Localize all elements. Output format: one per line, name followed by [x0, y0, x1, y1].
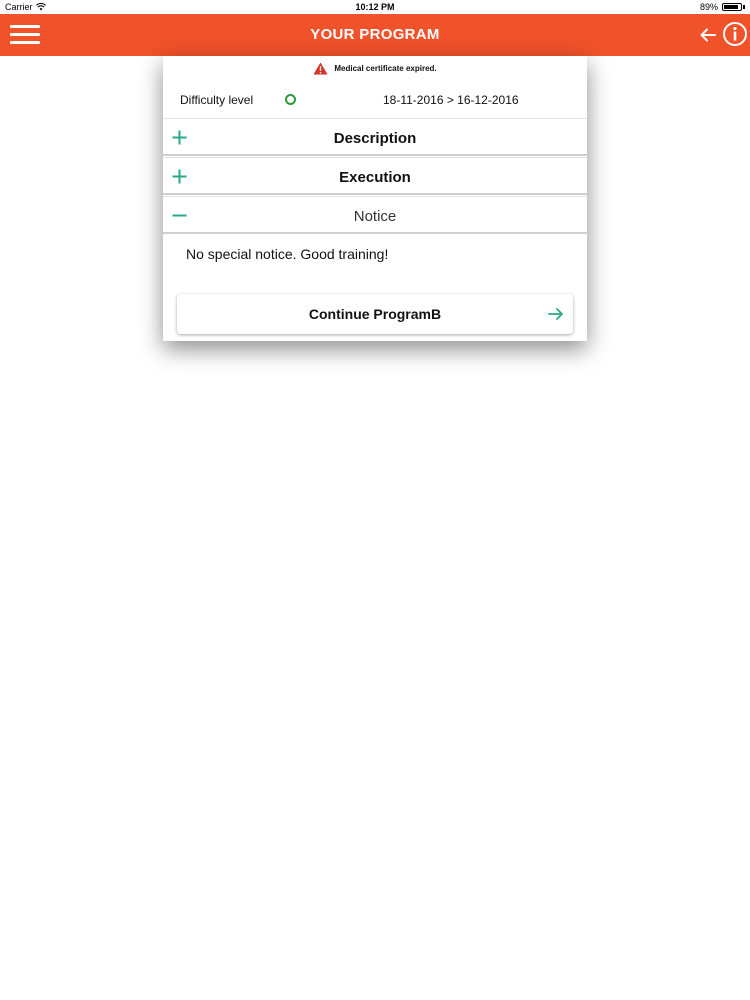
clock: 10:12 PM — [355, 2, 395, 12]
section-notice[interactable]: Notice — [163, 196, 587, 234]
page-title: YOUR PROGRAM — [310, 26, 440, 43]
navigation-bar: YOUR PROGRAM — [0, 14, 750, 56]
program-info-row: Difficulty level 18-11-2016 > 16-12-2016 — [163, 86, 587, 112]
battery-indicator: 89% — [700, 2, 745, 12]
battery-icon — [722, 3, 742, 11]
back-arrow-icon — [700, 28, 716, 42]
battery-percent: 89% — [699, 2, 718, 12]
section-execution[interactable]: Execution — [163, 157, 587, 195]
warning-text: Medical certificate expired. — [334, 63, 437, 73]
warning-icon — [313, 62, 328, 74]
section-title: Execution — [339, 169, 411, 186]
battery-tip — [743, 5, 745, 9]
info-button[interactable] — [722, 21, 748, 47]
section-title: Notice — [353, 208, 397, 225]
notice-text: No special notice. Good training! — [186, 246, 389, 262]
section-title: Description — [333, 130, 417, 147]
arrow-right-icon — [548, 308, 563, 320]
date-range: 18-11-2016 > 16-12-2016 — [383, 93, 519, 107]
status-bar: Carrier 10:12 PM 89% — [0, 0, 750, 14]
battery-fill — [724, 5, 738, 9]
continue-program-button[interactable]: Continue ProgramB — [177, 294, 573, 334]
continue-button-label: Continue ProgramB — [308, 306, 442, 322]
difficulty-label: Difficulty level — [180, 93, 254, 107]
program-card: Medical certificate expired. Difficulty … — [163, 56, 587, 341]
info-icon — [723, 22, 747, 46]
section-description[interactable]: Description — [163, 118, 587, 156]
back-button[interactable] — [698, 25, 718, 45]
medical-warning: Medical certificate expired. — [163, 60, 587, 76]
difficulty-indicator-icon — [285, 94, 296, 105]
